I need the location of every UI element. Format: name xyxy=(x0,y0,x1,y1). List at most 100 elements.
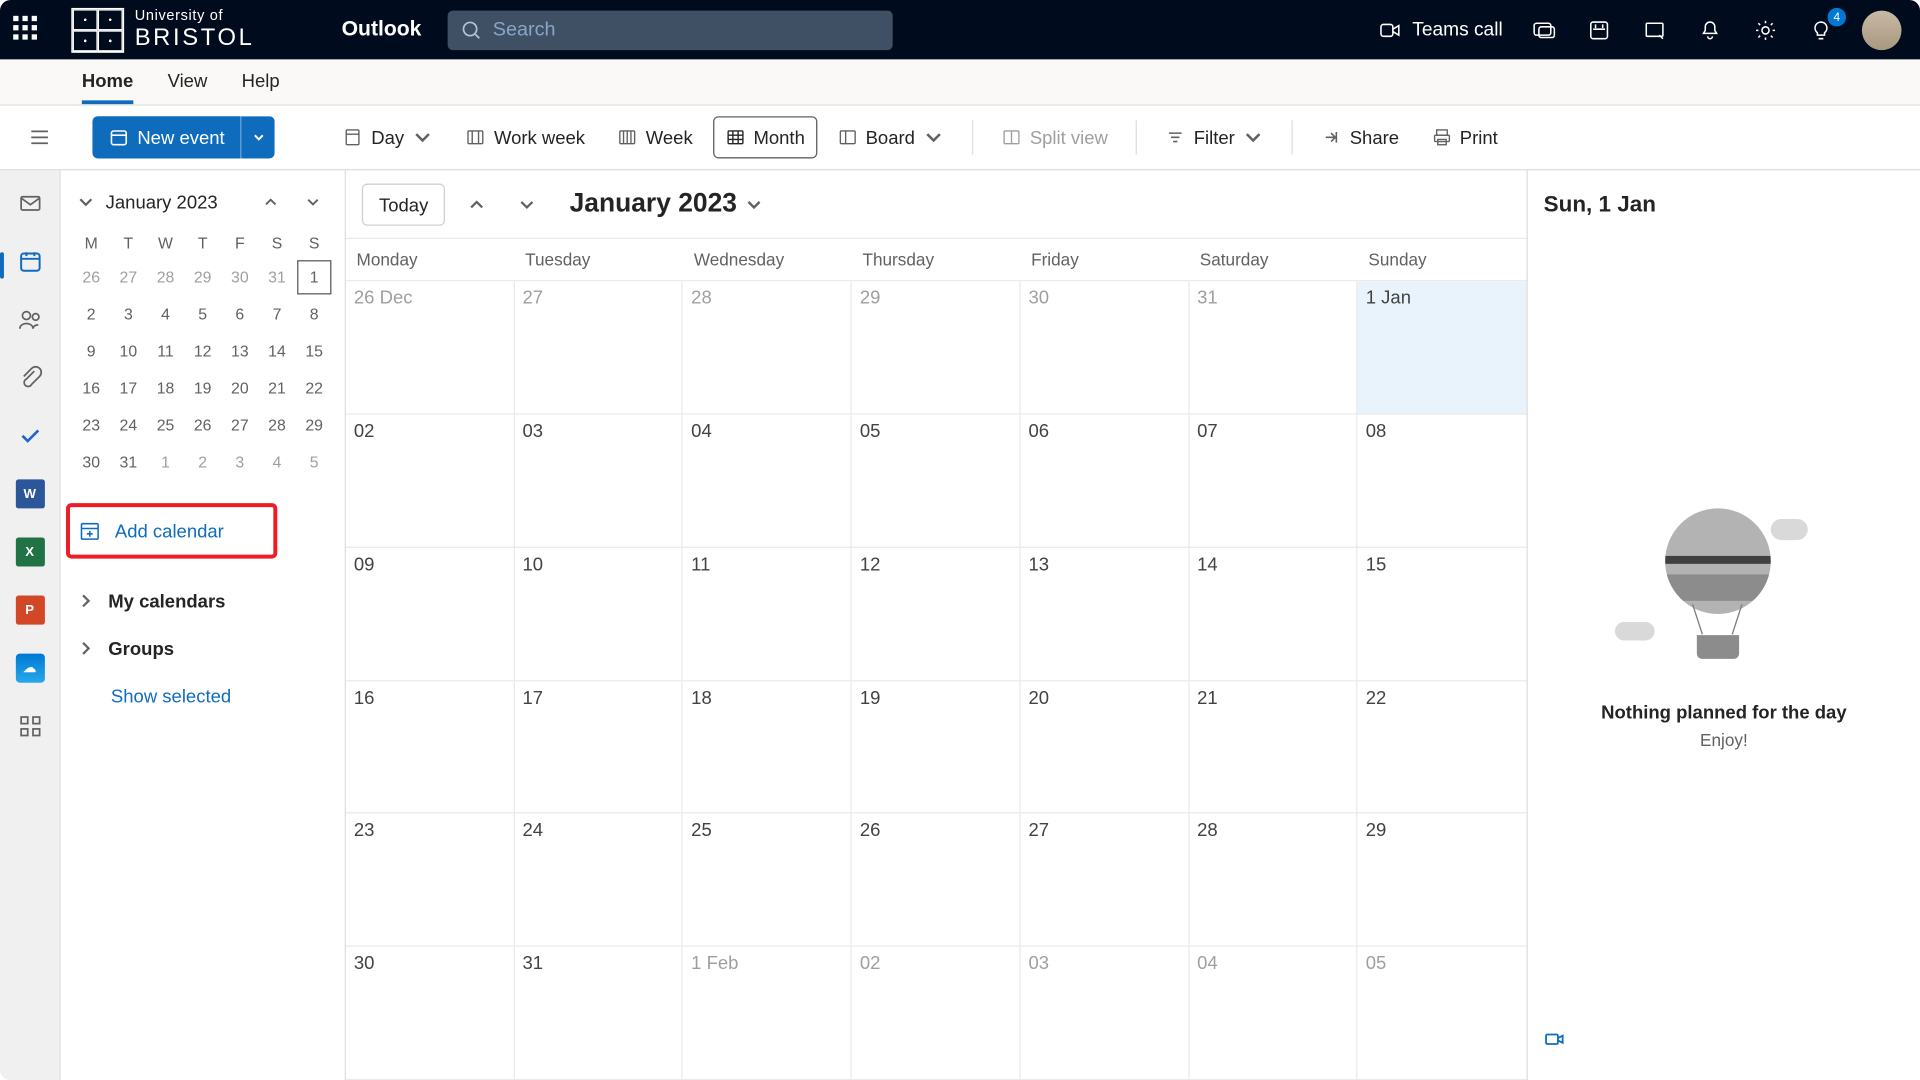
day-cell[interactable]: 03 xyxy=(515,414,684,547)
day-cell[interactable]: 06 xyxy=(1021,414,1190,547)
mini-day[interactable]: 20 xyxy=(223,371,258,405)
mini-day[interactable]: 11 xyxy=(148,334,183,368)
mini-day[interactable]: 16 xyxy=(74,371,109,405)
powerpoint-icon[interactable]: P xyxy=(15,596,44,625)
mini-cal-prev[interactable] xyxy=(255,186,287,218)
mini-day[interactable]: 6 xyxy=(223,297,258,331)
day-cell[interactable]: 04 xyxy=(1189,947,1358,1080)
calendar-title[interactable]: January 2023 xyxy=(570,189,764,219)
filter-button[interactable]: Filter xyxy=(1153,116,1276,158)
day-cell[interactable]: 29 xyxy=(852,281,1021,414)
day-cell[interactable]: 23 xyxy=(346,814,515,947)
day-cell[interactable]: 19 xyxy=(852,681,1021,814)
print-button[interactable]: Print xyxy=(1419,116,1510,158)
people-icon[interactable] xyxy=(15,305,44,334)
day-cell[interactable]: 31 xyxy=(515,947,684,1080)
mini-day[interactable]: 22 xyxy=(297,371,332,405)
day-cell[interactable]: 02 xyxy=(346,414,515,547)
day-cell[interactable]: 30 xyxy=(346,947,515,1080)
tab-home[interactable]: Home xyxy=(82,59,133,104)
mini-day[interactable]: 15 xyxy=(297,334,332,368)
avatar[interactable] xyxy=(1862,10,1902,50)
mini-day[interactable]: 28 xyxy=(148,260,183,294)
mini-day[interactable]: 30 xyxy=(223,260,258,294)
day-cell[interactable]: 30 xyxy=(1021,281,1190,414)
teams-call-button[interactable]: Teams call xyxy=(1378,18,1503,42)
mini-day[interactable]: 26 xyxy=(185,408,220,442)
bell-icon[interactable] xyxy=(1696,15,1725,44)
mini-day[interactable]: 7 xyxy=(260,297,295,331)
mini-day[interactable]: 23 xyxy=(74,408,109,442)
day-cell[interactable]: 09 xyxy=(346,548,515,681)
day-cell[interactable]: 15 xyxy=(1358,548,1527,681)
mini-day[interactable]: 19 xyxy=(185,371,220,405)
mini-day[interactable]: 1 xyxy=(148,445,183,479)
mini-calendar[interactable]: MTWTFSS262728293031123456789101112131415… xyxy=(69,228,337,479)
day-cell[interactable]: 17 xyxy=(515,681,684,814)
day-cell[interactable]: 26 xyxy=(852,814,1021,947)
mini-day[interactable]: 27 xyxy=(111,260,146,294)
day-cell[interactable]: 05 xyxy=(1358,947,1527,1080)
mini-day[interactable]: 26 xyxy=(74,260,109,294)
new-event-button[interactable]: New event xyxy=(92,116,240,158)
my-calendars-section[interactable]: My calendars xyxy=(69,577,337,625)
tab-view[interactable]: View xyxy=(168,59,208,104)
search-input[interactable] xyxy=(448,10,893,50)
mini-cal-next[interactable] xyxy=(297,186,329,218)
mini-day[interactable]: 9 xyxy=(74,334,109,368)
today-button[interactable]: Today xyxy=(362,183,446,225)
day-cell[interactable]: 25 xyxy=(683,814,852,947)
day-cell[interactable]: 29 xyxy=(1358,814,1527,947)
day-cell[interactable]: 18 xyxy=(683,681,852,814)
groups-section[interactable]: Groups xyxy=(69,625,337,673)
excel-icon[interactable]: X xyxy=(15,537,44,566)
mini-day[interactable]: 31 xyxy=(260,260,295,294)
day-cell[interactable]: 04 xyxy=(683,414,852,547)
mini-day[interactable]: 3 xyxy=(111,297,146,331)
conversations-icon[interactable] xyxy=(1529,15,1558,44)
day-cell[interactable]: 20 xyxy=(1021,681,1190,814)
mini-day[interactable]: 4 xyxy=(148,297,183,331)
day-cell[interactable]: 22 xyxy=(1358,681,1527,814)
day-cell[interactable]: 21 xyxy=(1189,681,1358,814)
mini-day[interactable]: 2 xyxy=(74,297,109,331)
day-cell[interactable]: 26 Dec xyxy=(346,281,515,414)
show-selected-link[interactable]: Show selected xyxy=(69,672,337,720)
search-field[interactable] xyxy=(493,18,880,40)
mini-day[interactable]: 3 xyxy=(223,445,258,479)
mini-day[interactable]: 4 xyxy=(260,445,295,479)
settings-icon[interactable] xyxy=(1751,15,1780,44)
day-cell[interactable]: 07 xyxy=(1189,414,1358,547)
files-icon[interactable] xyxy=(15,363,44,392)
day-cell[interactable]: 28 xyxy=(683,281,852,414)
mini-day[interactable]: 12 xyxy=(185,334,220,368)
chevron-down-icon[interactable] xyxy=(77,193,95,211)
day-cell[interactable]: 1 Jan xyxy=(1358,281,1527,414)
mini-day[interactable]: 27 xyxy=(223,408,258,442)
day-cell[interactable]: 27 xyxy=(1021,814,1190,947)
meet-now-icon[interactable] xyxy=(1585,15,1614,44)
day-cell[interactable]: 02 xyxy=(852,947,1021,1080)
mini-day[interactable]: 1 xyxy=(297,260,332,294)
todo-icon[interactable] xyxy=(15,421,44,450)
week-view-button[interactable]: Week xyxy=(605,116,705,158)
tips-icon[interactable]: 4 xyxy=(1806,15,1835,44)
hamburger-button[interactable] xyxy=(18,116,60,158)
mini-day[interactable]: 28 xyxy=(260,408,295,442)
day-view-button[interactable]: Day xyxy=(330,116,445,158)
mini-day[interactable]: 10 xyxy=(111,334,146,368)
day-cell[interactable]: 13 xyxy=(1021,548,1190,681)
mini-day[interactable]: 5 xyxy=(185,297,220,331)
mini-day[interactable]: 30 xyxy=(74,445,109,479)
day-cell[interactable]: 12 xyxy=(852,548,1021,681)
mini-day[interactable]: 25 xyxy=(148,408,183,442)
onedrive-icon[interactable]: ☁ xyxy=(15,654,44,683)
day-cell[interactable]: 11 xyxy=(683,548,852,681)
org-logo[interactable]: University of BRISTOL xyxy=(71,7,254,52)
mini-day[interactable]: 8 xyxy=(297,297,332,331)
more-apps-icon[interactable] xyxy=(15,712,44,741)
mini-day[interactable]: 24 xyxy=(111,408,146,442)
app-launcher-icon[interactable] xyxy=(13,15,42,44)
day-cell[interactable]: 24 xyxy=(515,814,684,947)
note-icon[interactable] xyxy=(1640,15,1669,44)
